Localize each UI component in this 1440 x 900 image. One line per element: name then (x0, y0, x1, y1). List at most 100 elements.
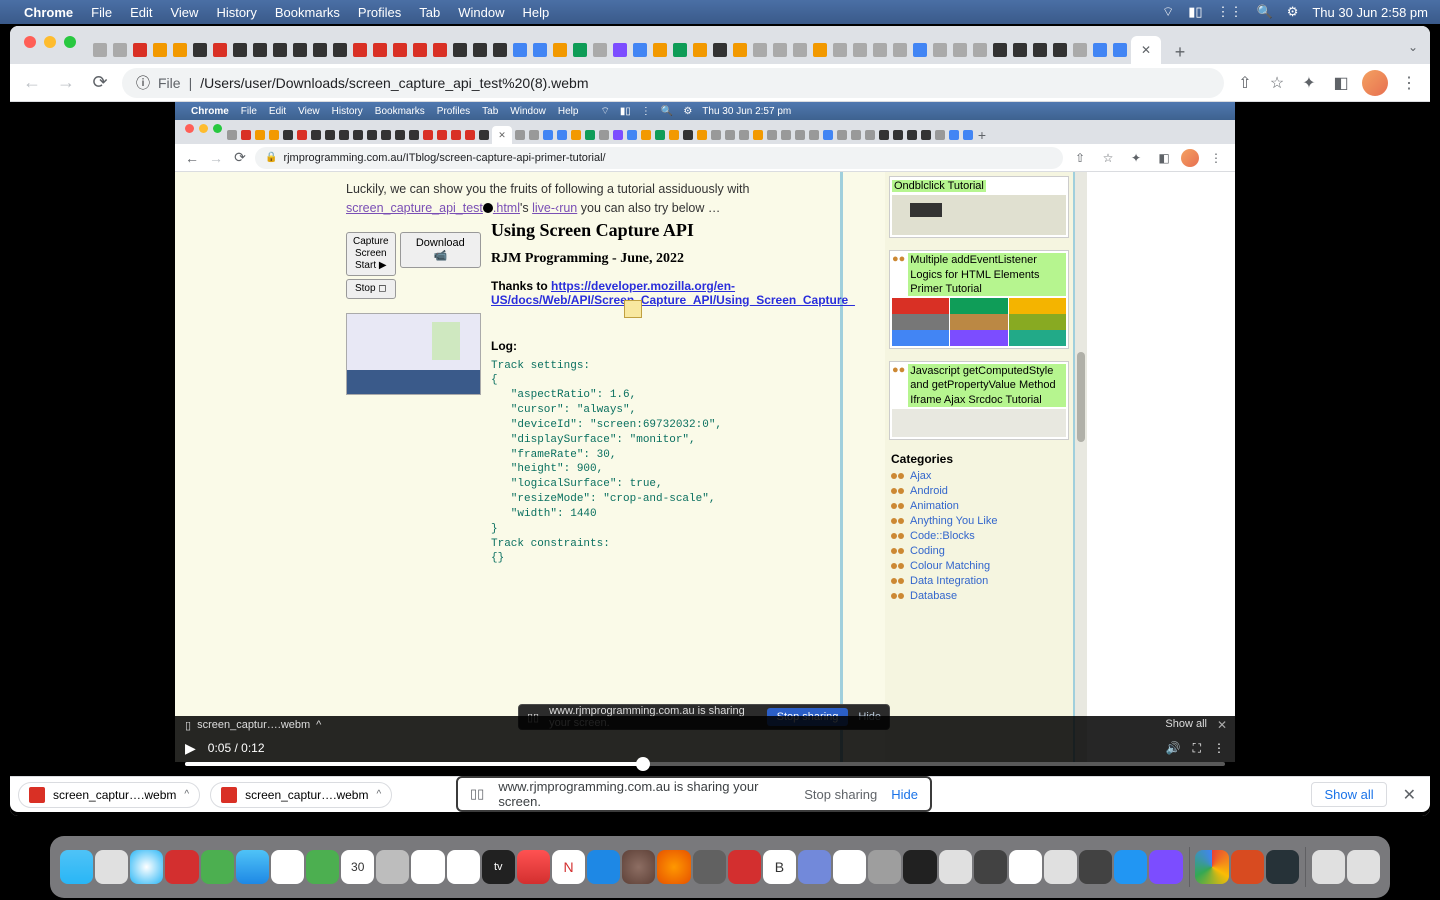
maximize-window-button[interactable] (64, 36, 76, 48)
tab[interactable] (351, 36, 369, 64)
battery-icon[interactable]: ▮▯ (1188, 4, 1202, 20)
site-info-icon[interactable]: ⓘ (136, 73, 150, 93)
address-bar[interactable]: ⓘ File | /Users/user/Downloads/screen_ca… (122, 68, 1224, 98)
tab[interactable] (571, 36, 589, 64)
download-chip[interactable]: screen_captur….webm ^ (18, 782, 200, 808)
hide-sharing-button[interactable]: Hide (891, 787, 918, 802)
terminal-icon[interactable] (903, 850, 936, 884)
opera-icon[interactable] (165, 850, 198, 884)
tab[interactable] (231, 36, 249, 64)
tab[interactable] (751, 36, 769, 64)
tab[interactable] (531, 36, 549, 64)
tab[interactable] (991, 36, 1009, 64)
menu-file[interactable]: File (91, 5, 112, 20)
tab[interactable] (111, 36, 129, 64)
chevron-up-icon[interactable]: ^ (376, 789, 381, 800)
zoom-icon[interactable] (1114, 850, 1147, 884)
filezilla-icon[interactable] (728, 850, 761, 884)
brackets-icon[interactable]: B (763, 850, 796, 884)
tab[interactable] (291, 36, 309, 64)
menu-tab[interactable]: Tab (419, 5, 440, 20)
tab[interactable] (171, 36, 189, 64)
tab[interactable] (1091, 36, 1109, 64)
tab[interactable] (251, 36, 269, 64)
tab[interactable] (431, 36, 449, 64)
wifi-icon[interactable]: ⋮⋮ (1217, 4, 1243, 20)
stop-sharing-button[interactable]: Stop sharing (804, 787, 877, 802)
disk-icon[interactable] (939, 850, 972, 884)
tab[interactable] (591, 36, 609, 64)
calculator-icon[interactable] (693, 850, 726, 884)
tab[interactable] (611, 36, 629, 64)
appstore-icon[interactable] (587, 850, 620, 884)
show-all-downloads-button[interactable]: Show all (1311, 782, 1386, 807)
reminders-icon[interactable] (411, 850, 444, 884)
tab[interactable] (211, 36, 229, 64)
play-button[interactable]: ▶ (185, 740, 196, 757)
tab[interactable] (191, 36, 209, 64)
tab[interactable] (471, 36, 489, 64)
bookmark-icon[interactable]: ☆ (1266, 72, 1288, 94)
tab[interactable] (91, 36, 109, 64)
bluetooth-icon[interactable]: ⌔ (1162, 4, 1174, 20)
download-chip-label[interactable]: screen_captur….webm (197, 719, 310, 731)
tab[interactable] (651, 36, 669, 64)
trash-icon[interactable] (1347, 850, 1380, 884)
discord-icon[interactable] (798, 850, 831, 884)
close-downloads-bar-icon[interactable]: ✕ (1403, 785, 1416, 805)
tab[interactable] (271, 36, 289, 64)
video-seek-bar[interactable] (185, 762, 1225, 766)
slack-icon[interactable] (833, 850, 866, 884)
tab[interactable] (391, 36, 409, 64)
tab[interactable] (511, 36, 529, 64)
extensions-icon[interactable]: ✦ (1298, 72, 1320, 94)
safari-icon[interactable] (130, 850, 163, 884)
tab[interactable] (851, 36, 869, 64)
photos-icon[interactable] (271, 850, 304, 884)
profile-avatar[interactable] (1362, 70, 1388, 96)
tab[interactable] (491, 36, 509, 64)
facetime-icon[interactable] (306, 850, 339, 884)
tab[interactable] (451, 36, 469, 64)
tab[interactable] (931, 36, 949, 64)
tab[interactable] (1031, 36, 1049, 64)
download-file-icon[interactable]: ▯ (185, 719, 191, 732)
messages-icon[interactable] (201, 850, 234, 884)
tab[interactable] (631, 36, 649, 64)
news-icon[interactable]: N (552, 850, 585, 884)
menu-profiles[interactable]: Profiles (358, 5, 401, 20)
new-tab-button[interactable]: + (1168, 40, 1192, 64)
tab[interactable] (1111, 36, 1129, 64)
menu-bookmarks[interactable]: Bookmarks (275, 5, 340, 20)
tab[interactable] (151, 36, 169, 64)
calendar-icon[interactable]: 30 (341, 850, 374, 884)
tab[interactable] (791, 36, 809, 64)
forward-button[interactable]: → (54, 71, 78, 95)
app-menu[interactable]: Chrome (24, 5, 73, 20)
tab[interactable] (871, 36, 889, 64)
menu-window[interactable]: Window (458, 5, 504, 20)
tab[interactable] (551, 36, 569, 64)
tab[interactable] (1071, 36, 1089, 64)
menu-help[interactable]: Help (523, 5, 550, 20)
tab[interactable] (711, 36, 729, 64)
tab[interactable] (691, 36, 709, 64)
share-icon[interactable]: ⇧ (1234, 72, 1256, 94)
tab[interactable] (911, 36, 929, 64)
close-window-button[interactable] (24, 36, 36, 48)
sidepanel-icon[interactable]: ◧ (1330, 72, 1352, 94)
menu-view[interactable]: View (170, 5, 198, 20)
tab[interactable] (131, 36, 149, 64)
textedit-icon[interactable] (1009, 850, 1042, 884)
control-center-icon[interactable]: ⚙ (1287, 4, 1299, 20)
back-button[interactable]: ← (20, 71, 44, 95)
volume-icon[interactable]: 🔊 (1166, 741, 1181, 755)
tab[interactable] (731, 36, 749, 64)
preview-icon[interactable] (1044, 850, 1077, 884)
mail-icon[interactable] (236, 850, 269, 884)
tab[interactable] (331, 36, 349, 64)
finder-icon[interactable] (60, 850, 93, 884)
menu-edit[interactable]: Edit (130, 5, 152, 20)
video-bar-close-icon[interactable]: ✕ (1217, 718, 1227, 732)
reload-button[interactable]: ⟳ (88, 71, 112, 95)
